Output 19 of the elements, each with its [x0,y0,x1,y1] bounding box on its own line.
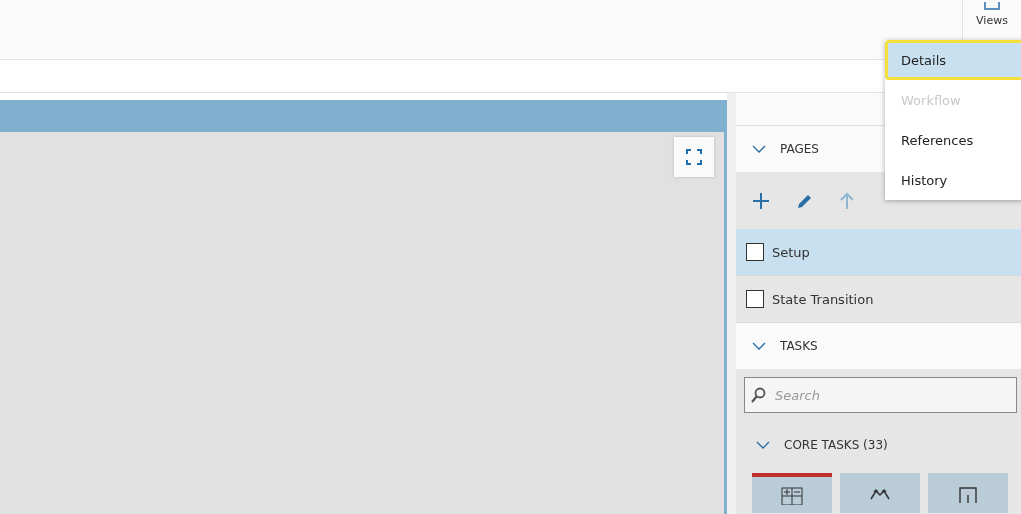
section-title: TASKS [780,339,818,353]
menu-item[interactable]: History [885,160,1021,200]
search-field[interactable]: Search [744,377,1017,413]
section-title: PAGES [780,142,819,156]
checkbox[interactable] [746,290,764,308]
fullscreen-button[interactable] [674,137,714,177]
search-icon [750,387,766,403]
chevron-down-icon[interactable] [752,145,766,153]
group-title: CORE TASKS (33) [784,438,888,452]
chevron-down-icon[interactable] [752,342,766,350]
checkbox[interactable] [746,243,764,261]
arrow-up-icon [840,191,854,210]
chevron-down-icon[interactable] [756,441,770,449]
menu-item[interactable]: Details [885,40,1021,80]
fullscreen-icon [686,149,702,165]
page-item[interactable]: Setup [736,229,1021,276]
task-tile[interactable] [752,473,832,513]
table-icon [781,487,803,505]
plus-icon [752,191,770,210]
